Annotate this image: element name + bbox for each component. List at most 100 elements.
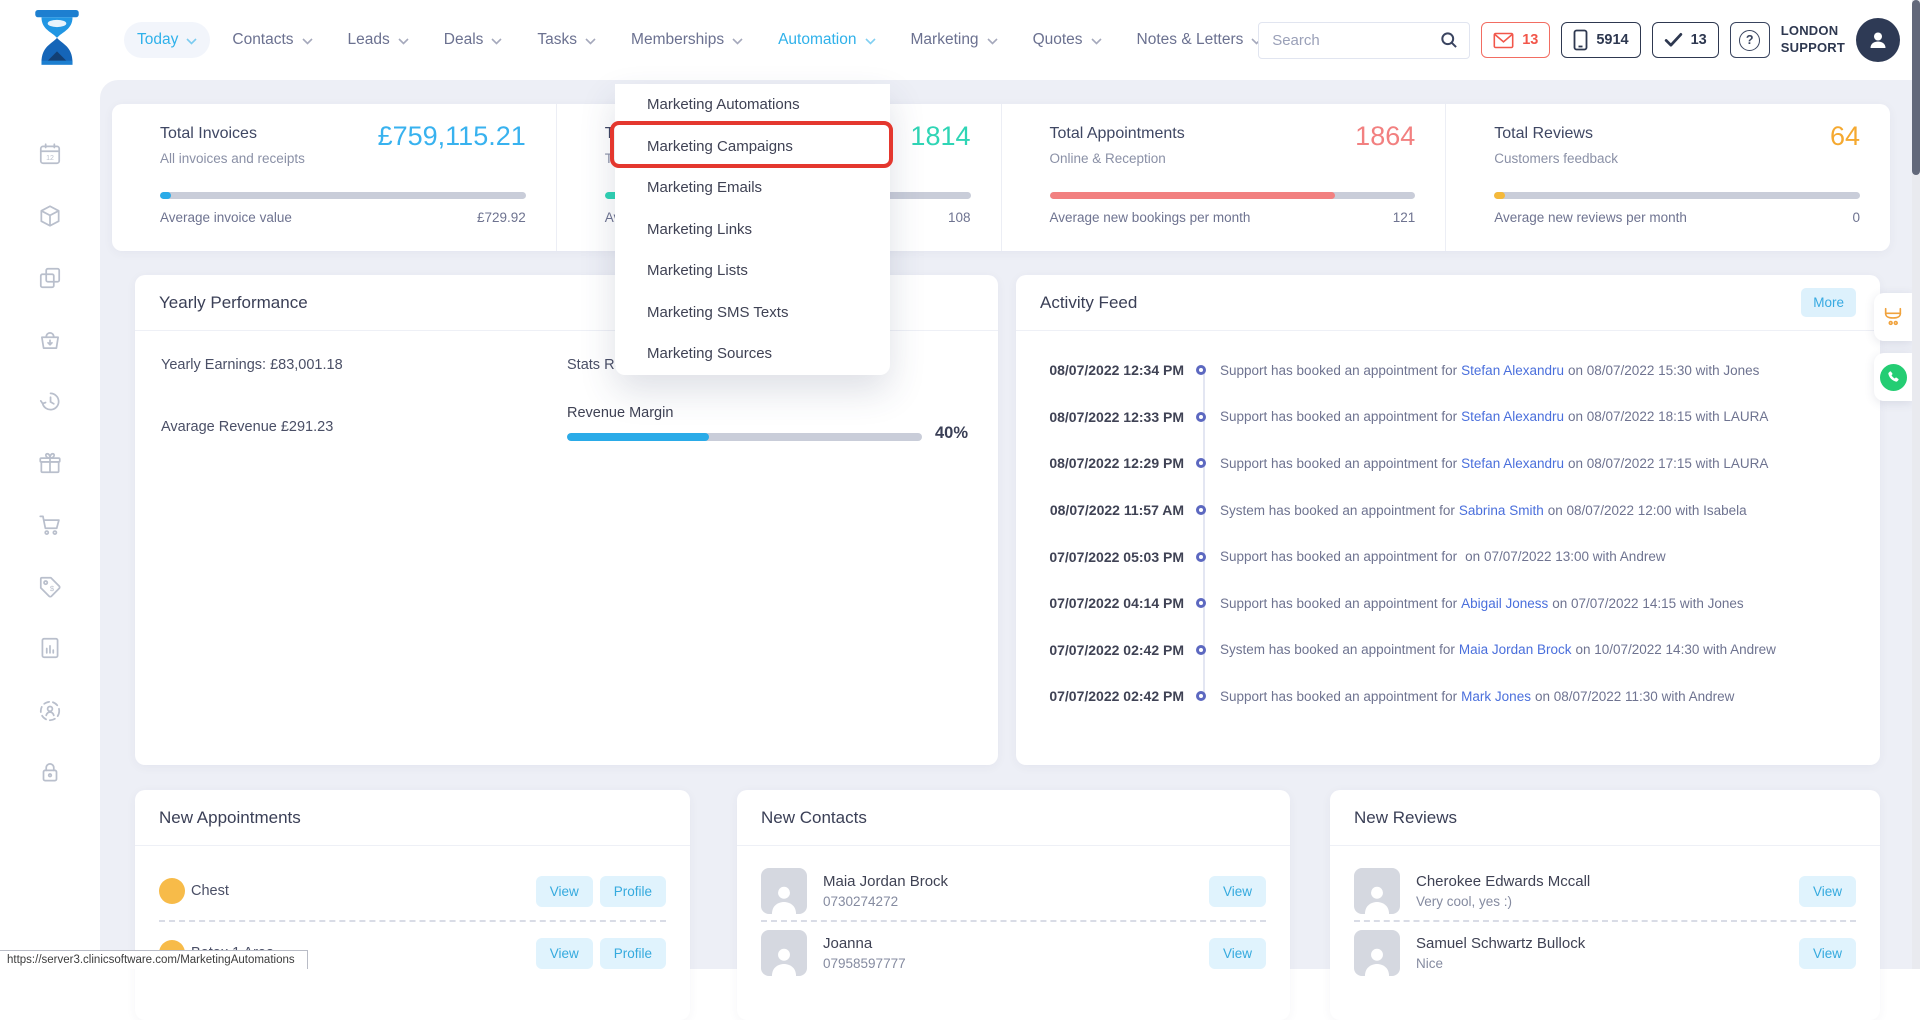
stat-total-reviews: Total Reviews Customers feedback 64 Aver… <box>1445 104 1890 251</box>
call-float-button[interactable] <box>1874 353 1912 401</box>
contact-link[interactable]: Sabrina Smith <box>1459 503 1544 518</box>
phone-calls-button[interactable]: 5914 <box>1561 22 1640 58</box>
nav-item-contacts[interactable]: Contacts <box>219 22 325 58</box>
tasks-done-button[interactable]: 13 <box>1652 22 1719 58</box>
person-icon <box>767 880 801 914</box>
new-contacts-card: New Contacts Maia Jordan Brock 073027427… <box>737 790 1290 1020</box>
activity-timestamp: 08/07/2022 11:57 AM <box>1016 502 1184 518</box>
report-icon[interactable] <box>37 635 63 661</box>
svg-text:$: $ <box>50 584 55 593</box>
appointment-status-dot <box>159 878 185 904</box>
contact-link[interactable]: Abigail Joness <box>1461 596 1548 611</box>
appointment-row: Chest View Profile <box>159 860 666 922</box>
contact-link[interactable]: Maia Jordan Brock <box>1459 642 1572 657</box>
more-button[interactable]: More <box>1801 288 1856 317</box>
view-button[interactable]: View <box>1799 876 1856 907</box>
contact-link[interactable]: Mark Jones <box>1461 689 1531 704</box>
scrollbar[interactable] <box>1912 0 1920 969</box>
activity-text: Support has booked an appointment forMar… <box>1220 689 1738 704</box>
nav-item-deals[interactable]: Deals <box>431 22 516 58</box>
person-icon <box>1360 880 1394 914</box>
nav-item-tasks[interactable]: Tasks <box>524 22 609 58</box>
menu-item-marketing-sources[interactable]: Marketing Sources <box>615 333 890 375</box>
email-notifications-button[interactable]: 13 <box>1481 22 1550 58</box>
gift-icon[interactable] <box>37 450 63 476</box>
nav-item-notes-letters[interactable]: Notes & Letters <box>1124 22 1276 58</box>
account-sync-icon[interactable] <box>37 698 63 724</box>
contact-link[interactable]: Stefan Alexandru <box>1461 363 1564 378</box>
contact-name: Maia Jordan Brock <box>823 873 948 890</box>
profile-button[interactable]: Profile <box>600 938 666 969</box>
calendar-icon[interactable]: 12 <box>37 141 63 167</box>
history-icon[interactable] <box>37 388 63 414</box>
activity-item: 08/07/2022 11:57 AM System has booked an… <box>1016 487 1870 534</box>
contact-link[interactable]: Stefan Alexandru <box>1461 409 1564 424</box>
contact-name: Joanna <box>823 935 906 952</box>
nav-item-leads[interactable]: Leads <box>335 22 422 58</box>
nav-item-today[interactable]: Today <box>124 22 210 58</box>
stat-title: T <box>605 125 615 143</box>
nav-label: Deals <box>444 31 484 49</box>
clinic-software-logo-icon[interactable] <box>32 10 82 70</box>
stat-progress-fill <box>1494 192 1505 199</box>
view-button[interactable]: View <box>536 876 593 907</box>
view-button[interactable]: View <box>1799 938 1856 969</box>
view-button[interactable]: View <box>1209 876 1266 907</box>
stat-progress-track <box>1050 192 1416 199</box>
stat-progress-fill <box>1050 192 1335 199</box>
nav-label: Quotes <box>1033 31 1083 49</box>
contact-phone: 0730274272 <box>823 894 948 909</box>
price-tag-icon[interactable]: $ <box>37 574 63 600</box>
link-preview-statusbar: https://server3.clinicsoftware.com/Marke… <box>0 950 308 969</box>
cart-float-button[interactable] <box>1874 293 1912 341</box>
activity-text: System has booked an appointment forMaia… <box>1220 642 1780 657</box>
menu-item-marketing-sms-texts[interactable]: Marketing SMS Texts <box>615 292 890 334</box>
activity-feed-list: 08/07/2022 12:34 PM Support has booked a… <box>1016 347 1870 720</box>
stat-footer-value: £729.92 <box>477 210 526 225</box>
view-button[interactable]: View <box>536 938 593 969</box>
nav-item-quotes[interactable]: Quotes <box>1020 22 1115 58</box>
menu-item-marketing-links[interactable]: Marketing Links <box>615 209 890 251</box>
chevron-down-icon <box>491 38 502 45</box>
nav-item-marketing[interactable]: Marketing <box>898 22 1011 58</box>
check-count: 13 <box>1691 32 1707 48</box>
nav-label: Today <box>137 31 178 49</box>
package-icon[interactable] <box>37 203 63 229</box>
chevron-down-icon <box>865 38 876 45</box>
activity-text: Support has booked an appointment forAbi… <box>1220 596 1748 611</box>
search-input[interactable] <box>1259 32 1429 49</box>
card-header: New Appointments <box>135 790 690 846</box>
person-icon <box>767 942 801 976</box>
user-avatar[interactable] <box>1856 18 1900 62</box>
menu-item-marketing-campaigns[interactable]: Marketing Campaigns <box>615 126 890 168</box>
mobile-phone-icon <box>1573 29 1588 51</box>
stat-subtitle: All invoices and receipts <box>160 151 305 166</box>
view-button[interactable]: View <box>1209 938 1266 969</box>
activity-timestamp: 07/07/2022 02:42 PM <box>1016 642 1184 658</box>
avatar-placeholder <box>761 930 807 976</box>
help-button[interactable]: ? <box>1730 22 1770 58</box>
activity-text: Support has booked an appointment forSte… <box>1220 409 1772 424</box>
scrollbar-thumb[interactable] <box>1912 0 1920 175</box>
stat-value: 64 <box>1830 121 1860 152</box>
stat-footer-value: 0 <box>1852 210 1860 225</box>
timeline-dot-icon <box>1196 645 1206 655</box>
copy-icon[interactable] <box>37 265 63 291</box>
profile-button[interactable]: Profile <box>600 876 666 907</box>
stat-subtitle: Online & Reception <box>1050 151 1166 166</box>
menu-item-marketing-lists[interactable]: Marketing Lists <box>615 250 890 292</box>
search-button[interactable] <box>1429 23 1469 58</box>
stat-title: Total Reviews <box>1494 125 1593 143</box>
menu-item-marketing-emails[interactable]: Marketing Emails <box>615 167 890 209</box>
menu-item-marketing-automations[interactable]: Marketing Automations <box>615 84 890 126</box>
activity-item: 07/07/2022 02:42 PM System has booked an… <box>1016 627 1870 674</box>
nav-item-automation[interactable]: Automation <box>765 22 888 58</box>
activity-feed-card: Activity Feed More 08/07/2022 12:34 PM S… <box>1016 275 1880 765</box>
lock-icon[interactable] <box>37 759 63 785</box>
nav-item-memberships[interactable]: Memberships <box>618 22 756 58</box>
basket-icon[interactable] <box>37 327 63 353</box>
contact-link[interactable]: Stefan Alexandru <box>1461 456 1564 471</box>
cart-icon[interactable] <box>37 512 63 538</box>
card-header: New Reviews <box>1330 790 1880 846</box>
nav-label: Memberships <box>631 31 724 49</box>
